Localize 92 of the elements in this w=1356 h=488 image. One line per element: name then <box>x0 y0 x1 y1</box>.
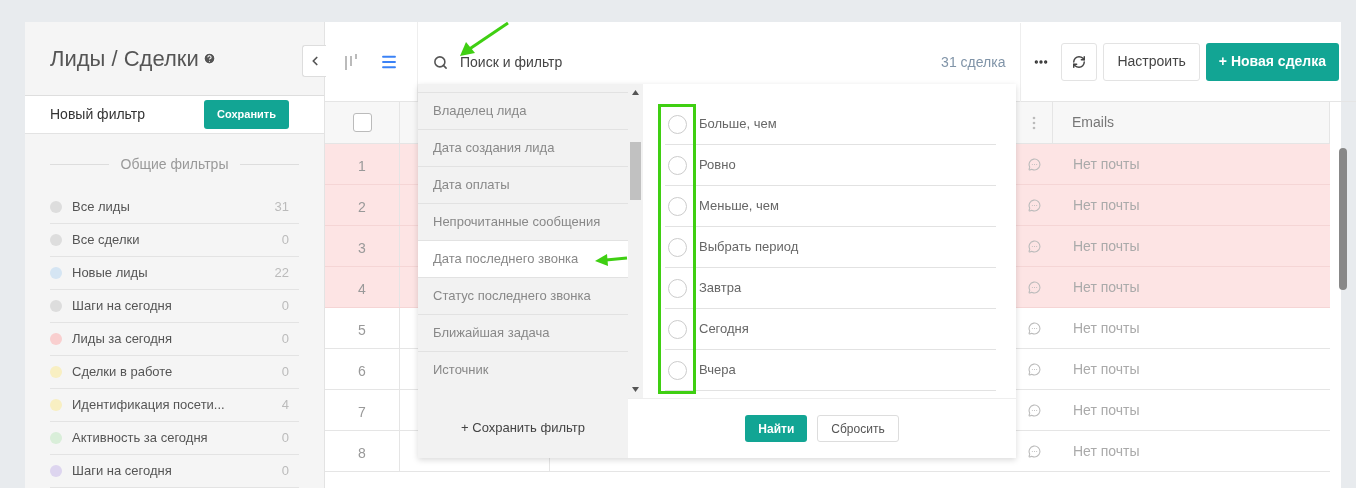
scroll-thumb[interactable] <box>630 142 641 200</box>
filter-label: Активность за сегодня <box>72 429 209 448</box>
filter-item[interactable]: Сделки в работе 0 <box>50 356 299 389</box>
filter-count: 22 <box>274 264 289 283</box>
field-item[interactable]: Дата последнего звонка <box>418 240 628 277</box>
row-number: 2 <box>358 198 366 217</box>
option-label: Меньше, чем <box>699 197 779 216</box>
filter-count: 0 <box>281 363 289 382</box>
filter-label: Все сделки <box>72 231 141 250</box>
filter-item[interactable]: Активность за сегодня 0 <box>50 422 299 455</box>
row-number: 7 <box>358 403 366 422</box>
filter-item[interactable]: Лиды за сегодня 0 <box>50 323 299 356</box>
row-number: 8 <box>358 444 366 463</box>
select-all-checkbox[interactable] <box>352 113 372 132</box>
filter-count: 0 <box>281 462 289 481</box>
row-number: 5 <box>358 321 366 340</box>
configure-button[interactable]: Настроить <box>1103 42 1200 81</box>
chat-icon[interactable] <box>1027 444 1041 458</box>
email-cell-text: Нет почты <box>1073 400 1140 420</box>
filter-item[interactable]: Все сделки 0 <box>50 224 299 257</box>
column-menu-icon[interactable] <box>1031 115 1036 130</box>
search-icon <box>433 55 448 70</box>
filter-count: 0 <box>281 330 289 349</box>
help-icon[interactable] <box>202 52 216 65</box>
find-button[interactable]: Найти <box>745 415 808 442</box>
save-button[interactable]: Сохранить <box>204 100 289 129</box>
filter-count: 4 <box>281 396 289 415</box>
filter-item[interactable]: Шаги на сегодня 0 <box>50 455 299 488</box>
new-deal-button[interactable]: + Новая сделка <box>1205 42 1339 81</box>
column-header: Emails <box>1072 113 1114 132</box>
collapse-button[interactable] <box>302 45 326 77</box>
email-cell-text: Нет почты <box>1073 277 1140 297</box>
chat-icon[interactable] <box>1027 321 1041 335</box>
filter-label: Шаги на сегодня <box>72 297 173 316</box>
email-cell-text: Нет почты <box>1073 359 1140 379</box>
option-item[interactable]: Меньше, чем <box>665 186 996 227</box>
board-view-icon[interactable] <box>344 53 358 70</box>
search-field[interactable]: Поиск и фильтр <box>460 52 942 73</box>
chat-icon[interactable] <box>1027 157 1041 171</box>
chat-icon[interactable] <box>1027 403 1041 417</box>
refresh-icon <box>1072 54 1087 69</box>
filter-label: Все лиды <box>72 198 131 217</box>
page-title: Лиды / Сделки <box>50 45 199 73</box>
filter-count: 0 <box>281 429 289 448</box>
filter-label: Идентификация посети... <box>72 396 226 415</box>
refresh-button[interactable] <box>1061 42 1098 81</box>
chat-icon[interactable] <box>1027 280 1041 294</box>
filter-count: 0 <box>281 231 289 250</box>
option-item[interactable]: Вчера <box>665 350 996 391</box>
filter-label: Сделки в работе <box>72 363 174 382</box>
filter-label: Новые лиды <box>72 264 149 283</box>
scroll-down-icon[interactable] <box>632 387 639 392</box>
option-item[interactable]: Ровно <box>665 145 996 186</box>
filter-count: 0 <box>281 297 289 316</box>
option-label: Ровно <box>699 156 736 175</box>
row-number: 3 <box>358 239 366 258</box>
row-number: 6 <box>358 362 366 381</box>
filter-item[interactable]: Шаги на сегодня 0 <box>50 290 299 323</box>
row-number: 1 <box>358 157 366 176</box>
chat-icon[interactable] <box>1027 198 1041 212</box>
annotation-arrow <box>594 252 628 266</box>
filter-item[interactable]: Все лиды 31 <box>50 191 299 224</box>
option-item[interactable]: Выбрать период <box>665 227 996 268</box>
save-filter-link[interactable]: + Сохранить фильтр <box>461 418 585 438</box>
option-item[interactable]: Сегодня <box>665 309 996 350</box>
filter-label: Шаги на сегодня <box>72 462 173 481</box>
filter-item[interactable]: Идентификация посети... 4 <box>50 389 299 422</box>
filter-item[interactable]: Новые лиды 22 <box>50 257 299 290</box>
chat-icon[interactable] <box>1027 362 1041 376</box>
filter-label: Лиды за сегодня <box>72 330 174 349</box>
email-cell-text: Нет почты <box>1073 318 1140 338</box>
chat-icon[interactable] <box>1027 239 1041 253</box>
result-count: 31 сделка <box>941 53 1006 72</box>
option-item[interactable]: Больше, чем <box>665 104 996 145</box>
option-label: Больше, чем <box>699 115 777 134</box>
email-cell-text: Нет почты <box>1073 236 1140 256</box>
email-cell-text: Нет почты <box>1073 154 1140 174</box>
option-item[interactable]: Завтра <box>665 268 996 309</box>
filter-name: Новый фильтр <box>50 105 145 125</box>
option-label: Вчера <box>699 361 736 380</box>
filter-count: 31 <box>274 198 289 217</box>
scrollbar[interactable] <box>1339 148 1347 290</box>
email-cell-text: Нет почты <box>1073 441 1140 461</box>
row-number: 4 <box>358 280 366 299</box>
email-cell-text: Нет почты <box>1073 195 1140 215</box>
section-title: Общие фильтры <box>120 155 229 174</box>
option-label: Сегодня <box>699 320 749 339</box>
option-label: Завтра <box>699 279 742 298</box>
reset-button[interactable]: Сбросить <box>817 415 899 442</box>
scroll-up-icon[interactable] <box>632 90 639 95</box>
annotation-arrow <box>458 22 510 57</box>
option-label: Выбрать период <box>699 238 799 257</box>
